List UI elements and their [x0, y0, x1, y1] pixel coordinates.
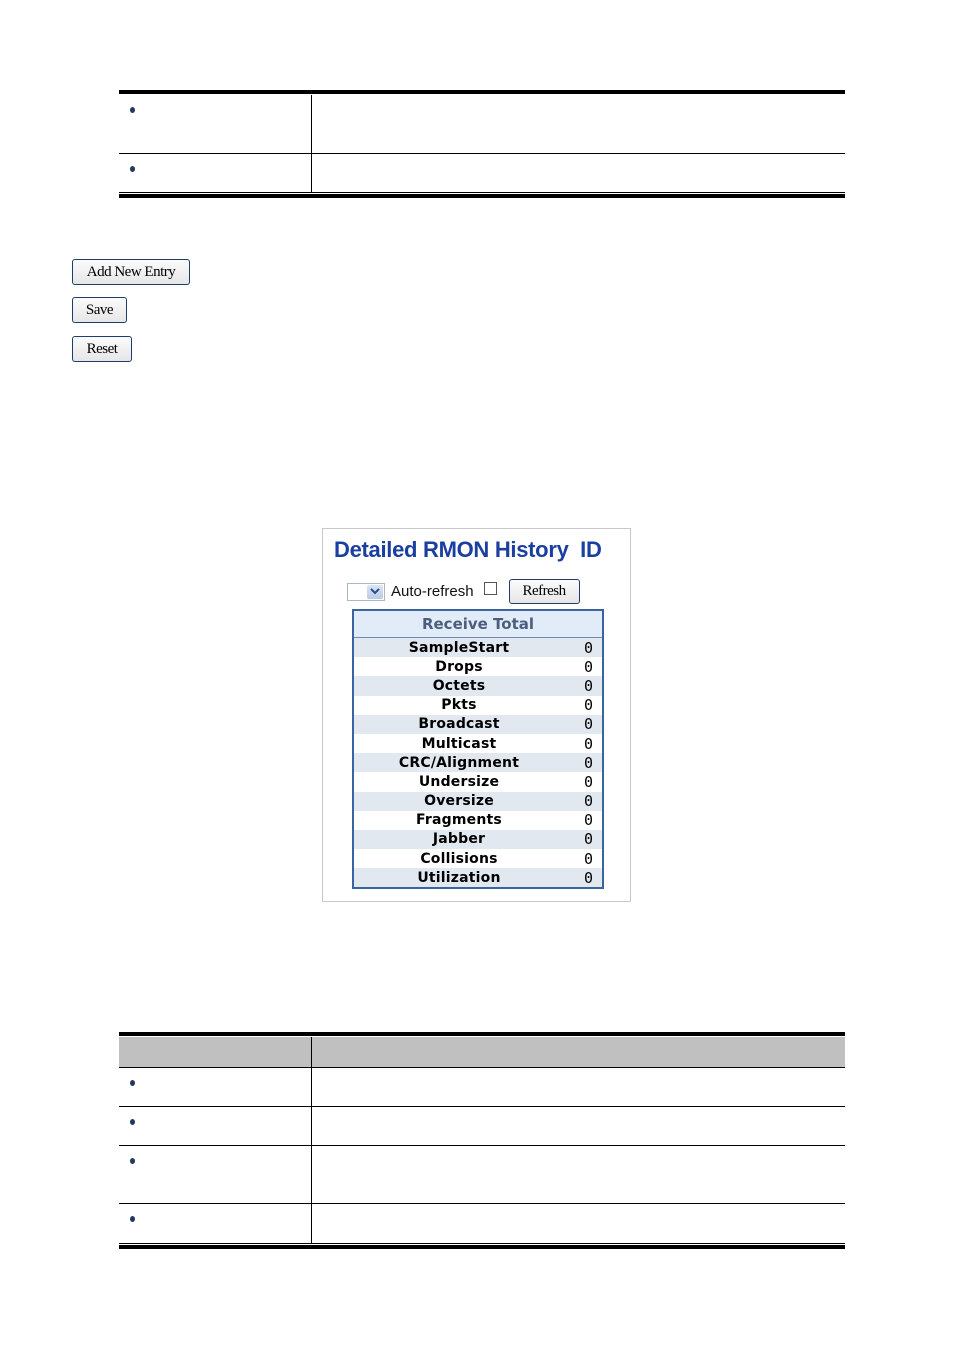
- table-row: Collisions 0: [354, 849, 602, 869]
- table-row: [119, 1204, 845, 1244]
- counter-value: 0: [583, 830, 593, 849]
- bullet-icon: [130, 107, 135, 113]
- page-title: Detailed RMON History ID: [334, 537, 602, 562]
- header-object: [119, 1037, 312, 1067]
- table-row: Oversize 0: [354, 791, 602, 811]
- auto-refresh-label: Auto-refresh: [391, 583, 474, 600]
- description-cell: [312, 95, 845, 153]
- table-top-rule: [119, 90, 845, 94]
- parameter-cell: [119, 1107, 312, 1145]
- table-row: [119, 1107, 845, 1146]
- counter-label: Multicast: [421, 735, 497, 752]
- counter-label: Collisions: [420, 850, 498, 867]
- table-bottom-rule: [119, 1245, 845, 1249]
- bullet-icon: [130, 1080, 135, 1086]
- description-cell: [312, 1068, 845, 1106]
- counter-value: 0: [583, 676, 593, 695]
- counter-value: 0: [583, 753, 593, 772]
- table-row: SampleStart 0: [354, 638, 602, 658]
- counter-label: Pkts: [441, 697, 477, 714]
- parameter-cell: [119, 1146, 312, 1203]
- table-row: [119, 1146, 845, 1204]
- table-row: Utilization 0: [354, 868, 602, 888]
- counter-label: Drops: [435, 658, 483, 675]
- counter-value: 0: [583, 811, 593, 830]
- reset-button[interactable]: Reset: [72, 336, 132, 362]
- table-row: Multicast 0: [354, 733, 602, 754]
- counter-label: CRC/Alignment: [398, 754, 520, 771]
- id-select[interactable]: [347, 582, 385, 601]
- table-row: [119, 154, 845, 193]
- counter-value: 0: [583, 868, 593, 887]
- parameter-cell: [119, 95, 312, 153]
- bullet-icon: [130, 166, 135, 172]
- counter-label: Octets: [432, 677, 486, 694]
- parameter-cell: [119, 1204, 312, 1243]
- description-cell: [312, 1204, 845, 1243]
- counter-label: Undersize: [418, 773, 500, 790]
- table-row: Drops 0: [354, 657, 602, 677]
- table-row: [119, 95, 845, 154]
- description-cell: [312, 1107, 845, 1145]
- parameter-cell: [119, 154, 312, 192]
- receive-total-header: Receive Total: [354, 611, 602, 638]
- counter-label: Broadcast: [418, 716, 500, 733]
- table-top-rule: [119, 1032, 845, 1036]
- receive-total-table: Receive Total SampleStart 0 Drops 0 Octets…: [352, 609, 604, 890]
- counter-value: 0: [583, 696, 593, 715]
- bullet-icon: [130, 1119, 135, 1125]
- counter-value: 0: [583, 849, 593, 868]
- controls-bar: Auto-refresh Refresh: [347, 579, 580, 604]
- counter-label: Utilization: [417, 869, 501, 886]
- counter-label: Fragments: [416, 812, 502, 829]
- table-row: Broadcast 0: [354, 714, 602, 734]
- header-description: [312, 1037, 845, 1067]
- table-row: Pkts 0: [354, 695, 602, 715]
- counter-value: 0: [583, 657, 593, 676]
- receive-total-body: SampleStart 0 Drops 0 Octets 0 Pkts 0 Broadc…: [354, 638, 602, 888]
- table-row: Undersize 0: [354, 772, 602, 792]
- counter-label: Jabber: [432, 831, 486, 848]
- table-bottom-rule: [119, 194, 845, 198]
- table-row: Octets 0: [354, 676, 602, 696]
- counter-value: 0: [583, 715, 593, 734]
- rmon-history-panel: Detailed RMON History ID Auto-refresh Re…: [322, 528, 631, 902]
- parameter-cell: [119, 1068, 312, 1106]
- counter-label: SampleStart: [408, 639, 510, 656]
- counter-value: 0: [583, 734, 593, 753]
- add-new-entry-button[interactable]: Add New Entry: [72, 259, 190, 285]
- table-row: [119, 1068, 845, 1107]
- table-row: Fragments 0: [354, 810, 602, 830]
- bullet-icon: [130, 1158, 135, 1164]
- counter-value: 0: [583, 638, 593, 657]
- chevron-down-icon[interactable]: [367, 584, 383, 599]
- table-row: Jabber 0: [354, 829, 602, 850]
- counter-value: 0: [583, 792, 593, 811]
- description-cell: [312, 154, 845, 192]
- table-row: CRC/Alignment 0: [354, 753, 602, 773]
- counter-value: 0: [583, 772, 593, 791]
- table-header-row: [119, 1037, 845, 1068]
- refresh-button[interactable]: Refresh: [508, 579, 580, 604]
- auto-refresh-checkbox[interactable]: [483, 582, 497, 595]
- bullet-icon: [130, 1216, 135, 1222]
- description-cell: [312, 1146, 845, 1203]
- counter-label: Oversize: [424, 793, 494, 810]
- bottom-description-table: [119, 1032, 845, 1249]
- top-description-table: [119, 90, 845, 198]
- save-button[interactable]: Save: [72, 297, 127, 323]
